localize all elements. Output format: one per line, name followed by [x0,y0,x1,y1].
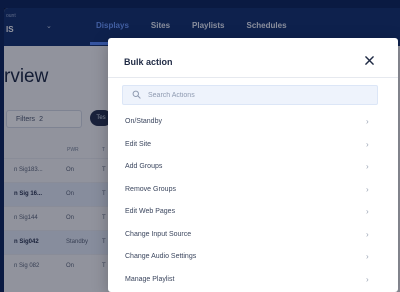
modal-title: Bulk action [124,57,173,67]
chevron-right-icon: › [366,117,369,126]
modal-divider [108,77,398,78]
action-label: Manage Playlist [125,275,175,283]
chevron-right-icon: › [366,252,369,261]
action-label: Add Groups [125,163,163,170]
action-edit-site[interactable]: Edit Site › [108,134,398,157]
action-on-standby[interactable]: On/Standby › [108,111,398,134]
action-label: Change Audio Settings [125,253,197,260]
action-edit-web-pages[interactable]: Edit Web Pages › [108,201,398,224]
close-icon [364,55,374,65]
chevron-right-icon: › [366,184,369,194]
action-label: Change Input Source [125,230,192,238]
search-input[interactable] [148,91,348,99]
action-remove-groups[interactable]: Remove Groups › [108,179,398,202]
chevron-right-icon: › [366,162,369,171]
close-button[interactable] [361,52,377,68]
search-icon [132,90,142,100]
action-add-groups[interactable]: Add Groups › [108,156,398,179]
action-list: On/Standby › Edit Site › Add Groups › Re… [108,111,398,291]
chevron-right-icon: › [366,207,369,216]
action-manage-playlist[interactable]: Manage Playlist › [108,269,398,292]
action-change-input-source[interactable]: Change Input Source › [108,224,398,247]
action-change-audio-settings[interactable]: Change Audio Settings › [108,246,398,269]
chevron-right-icon: › [366,139,369,149]
chevron-right-icon: › [366,229,369,239]
action-label: On/Standby [125,118,162,125]
action-label: Remove Groups [125,185,176,193]
action-label: Edit Site [125,140,152,148]
action-label: Edit Web Pages [125,208,176,215]
bulk-action-modal: Bulk action On/Standby › Edit Site › Add… [108,38,398,292]
search-field[interactable] [122,85,378,105]
chevron-right-icon: › [366,274,369,284]
